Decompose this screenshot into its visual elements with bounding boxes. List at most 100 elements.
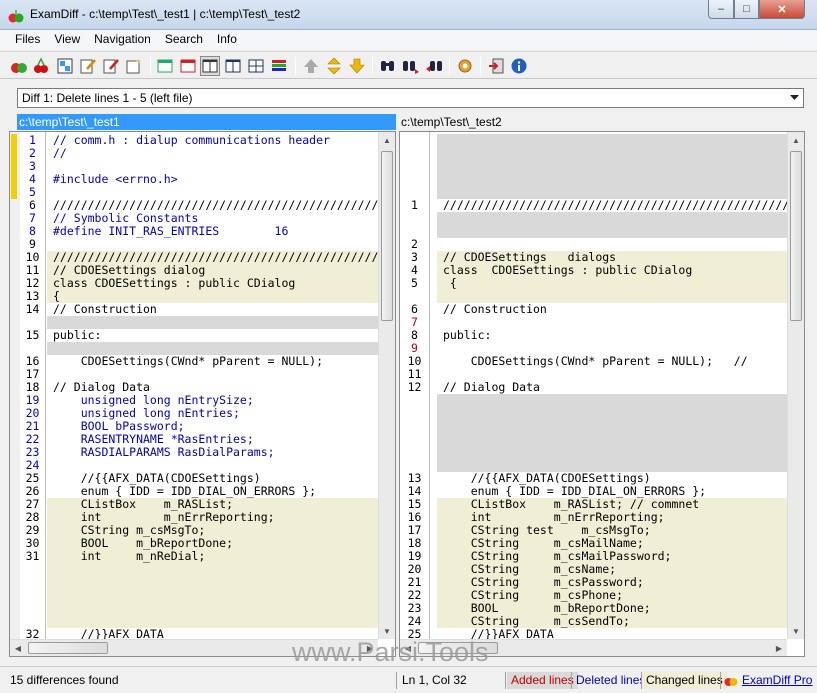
scroll-left-icon[interactable]: ◀: [10, 640, 26, 656]
options-button[interactable]: [455, 56, 475, 76]
scroll-up-icon[interactable]: ▲: [788, 132, 804, 148]
left-vertical-scrollbar[interactable]: ▲ ▼: [378, 132, 395, 639]
toolbar-separator: [295, 57, 296, 75]
single-pane-icon: [157, 59, 173, 73]
exit-icon: [489, 58, 504, 74]
find-prev-icon: [426, 61, 442, 72]
save-button[interactable]: [124, 56, 144, 76]
compare-files-button[interactable]: [9, 56, 29, 76]
code-line: [437, 407, 787, 420]
diff-view-button[interactable]: [246, 56, 266, 76]
split-horizontal-button[interactable]: [223, 56, 243, 76]
line-number: 31: [25, 549, 40, 563]
line-number: [400, 420, 429, 433]
scroll-right-icon[interactable]: ▶: [771, 640, 787, 656]
find-prev-button[interactable]: [424, 56, 444, 76]
line-number: [400, 147, 429, 160]
right-vscroll-thumb[interactable]: [790, 151, 802, 321]
diff-view-icon: [248, 59, 264, 73]
find-button[interactable]: [378, 56, 398, 76]
scroll-up-icon[interactable]: ▲: [379, 132, 395, 148]
code-line: [47, 563, 378, 576]
left-vscroll-thumb[interactable]: [381, 151, 393, 321]
close-button[interactable]: ✕: [759, 0, 805, 19]
split-horizontal-icon: [225, 59, 241, 73]
exit-button[interactable]: [486, 56, 506, 76]
left-pane-button[interactable]: [178, 56, 198, 76]
right-code-area[interactable]: ////////////////////////////////////////…: [437, 132, 787, 639]
toolbar-separator: [150, 57, 151, 75]
next-diff-button[interactable]: [347, 56, 367, 76]
code-line: CDOESettings(CWnd* pParent = NULL);: [47, 355, 378, 368]
right-pane-header: c:\temp\Test\_test2: [401, 115, 502, 129]
code-line: // comm.h : dialup communications header: [47, 134, 378, 147]
status-bar: 15 differences found Ln 1, Col 32 Added …: [0, 666, 817, 693]
menu-navigation[interactable]: Navigation: [87, 30, 158, 50]
status-position: Ln 1, Col 32: [402, 673, 467, 687]
first-diff-button[interactable]: [301, 56, 321, 76]
line-number: [20, 589, 45, 602]
left-pane-header: c:\temp\Test\_test1: [17, 114, 396, 130]
left-hscroll-thumb[interactable]: [28, 642, 108, 654]
line-number: [400, 433, 429, 446]
split-vertical-button[interactable]: [200, 56, 220, 76]
code-line: int m_nReDial;: [47, 550, 378, 563]
minimize-button[interactable]: –: [708, 0, 734, 19]
menu-view[interactable]: View: [47, 30, 87, 50]
info-icon: [511, 58, 527, 74]
line-number: [400, 160, 429, 173]
line-number: [20, 576, 45, 589]
left-code-area[interactable]: // comm.h : dialup communications header…: [47, 132, 378, 639]
chevron-down-icon[interactable]: [785, 89, 803, 107]
line-number: [400, 407, 429, 420]
code-line: // Construction: [437, 303, 787, 316]
open-dir-button[interactable]: [55, 56, 75, 76]
recompare-button[interactable]: [31, 56, 51, 76]
menu-info[interactable]: Info: [210, 30, 244, 50]
right-line-numbers: 1 2 3 4 5 6 7 8 9 10 11 12 13 14 15 16 17 18 19 20 21 22 23 24 2…: [400, 132, 430, 654]
edit-left-button[interactable]: [78, 56, 98, 76]
legend-added-lines: Added lines: [507, 672, 578, 689]
scroll-down-icon[interactable]: ▼: [788, 623, 804, 639]
find-next-button[interactable]: [401, 56, 421, 76]
toolbar-separator: [449, 57, 450, 75]
code-line: [437, 420, 787, 433]
single-pane-button[interactable]: [155, 56, 175, 76]
toolbar-separator: [372, 57, 373, 75]
menu-search[interactable]: Search: [158, 30, 210, 50]
code-line: #include <errno.h>: [47, 173, 378, 186]
line-number: [400, 173, 429, 186]
left-pane-icon: [180, 59, 196, 73]
code-line: [437, 446, 787, 459]
code-line: [437, 160, 787, 173]
toolbar-separator: [480, 57, 481, 75]
examdiff-pro-link[interactable]: ExamDiff Pro: [738, 672, 816, 689]
line-number: 12: [407, 380, 422, 394]
code-line: [47, 602, 378, 615]
status-separator: [720, 672, 721, 689]
right-file-pane[interactable]: 1 2 3 4 5 6 7 8 9 10 11 12 13 14 15 16 17 18 19 20 21 22 23 24 2…: [399, 131, 805, 657]
menu-files[interactable]: Files: [8, 30, 47, 50]
prev-diff-icon: [327, 57, 341, 75]
find-next-icon: [403, 61, 419, 74]
code-line: public:: [437, 329, 787, 342]
line-number: [400, 394, 429, 407]
line-number: [400, 446, 429, 459]
find-icon: [381, 61, 394, 71]
edit-right-button[interactable]: [101, 56, 121, 76]
maximize-button[interactable]: □: [734, 0, 759, 19]
color-scheme-icon: [272, 60, 286, 71]
diff-selector[interactable]: Diff 1: Delete lines 1 - 5 (left file): [17, 88, 804, 108]
left-file-pane[interactable]: 1 2 3 4 5 6 7 8 9 10 11 12 13 14 15 16 17 18 19 20 21 22 23 24 2…: [9, 131, 396, 657]
save-icon: [126, 59, 140, 74]
prev-diff-button[interactable]: [324, 56, 344, 76]
options-icon: [458, 59, 472, 73]
code-line: class CDOESettings : public CDialog: [437, 264, 787, 277]
right-vertical-scrollbar[interactable]: ▲ ▼: [787, 132, 804, 639]
code-line: [437, 134, 787, 147]
first-diff-icon: [304, 59, 318, 73]
color-scheme-button[interactable]: [269, 56, 289, 76]
examdiff-app-icon: [8, 10, 24, 23]
info-button[interactable]: [509, 56, 529, 76]
maximize-icon: □: [743, 3, 750, 15]
